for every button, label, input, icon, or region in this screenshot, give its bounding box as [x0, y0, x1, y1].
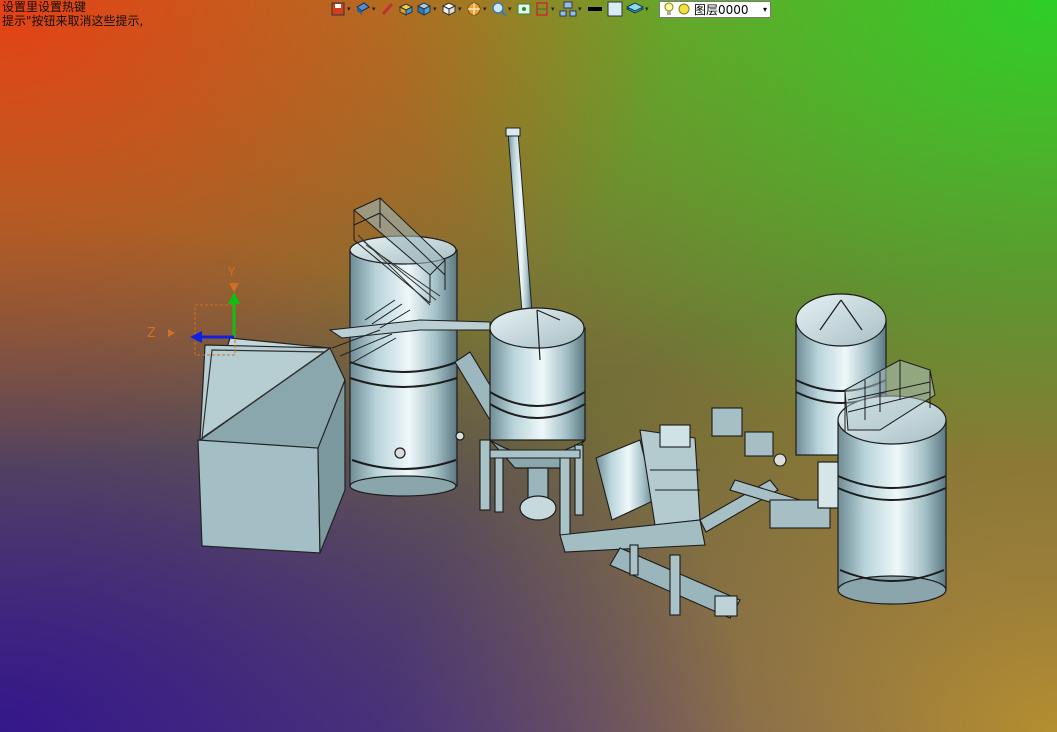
- layer-value: 图层0000: [694, 2, 749, 17]
- network-icon: [559, 1, 577, 17]
- white-cube-icon: [441, 2, 457, 16]
- z-axis-label: Z: [147, 326, 156, 341]
- lightbulb-icon: [664, 2, 674, 15]
- render-mode-icon: [356, 2, 370, 15]
- save-view-icon: [331, 2, 345, 16]
- chevron-down-icon[interactable]: ▾: [763, 5, 767, 14]
- fit-view-icon: [517, 3, 531, 15]
- section-icon: [536, 2, 548, 16]
- layer-stack-button[interactable]: ▾: [626, 0, 651, 18]
- layer-select[interactable]: 图层0000 ▾: [659, 0, 771, 18]
- sun-icon: [467, 2, 481, 16]
- axis-triad: Y Z: [147, 265, 240, 356]
- box-view-button[interactable]: [398, 0, 414, 18]
- fit-view-button[interactable]: [516, 0, 532, 18]
- pen-icon: [381, 2, 394, 16]
- zoom-icon: [492, 2, 507, 17]
- section-button[interactable]: ▾: [534, 0, 557, 18]
- line-color-icon: [588, 7, 602, 11]
- y-axis-label: Y: [227, 265, 236, 279]
- box-view-icon: [398, 3, 414, 16]
- left-tank: [349, 235, 465, 497]
- iso-cube-icon: [416, 2, 432, 16]
- center-tank: [489, 307, 586, 521]
- view-toolbar: ▾ ▾ ▾ ▾ ▾ ▾ ▾ ▾ ▾ 图层0000 ▾: [330, 0, 771, 18]
- pen-button[interactable]: [380, 0, 396, 18]
- hint-line-2: 提示"按钮来取消这些提示,: [2, 14, 144, 28]
- iso-cube-button[interactable]: ▾: [416, 0, 439, 18]
- render-mode-button[interactable]: ▾: [355, 0, 378, 18]
- sun-button[interactable]: ▾: [466, 0, 489, 18]
- fill-color-button[interactable]: [606, 0, 624, 18]
- network-button[interactable]: ▾: [559, 0, 584, 18]
- save-view-button[interactable]: ▾: [330, 0, 353, 18]
- line-color-button[interactable]: [586, 0, 604, 18]
- exhaust-stack: [505, 127, 533, 313]
- hint-line-1: 设置里设置热键: [2, 0, 87, 14]
- layer-stack-icon: [626, 2, 644, 14]
- 3d-viewport[interactable]: Y Z: [0, 0, 1057, 732]
- layer-status-icon: [678, 3, 690, 15]
- box-housing: [197, 337, 346, 554]
- zoom-button[interactable]: ▾: [491, 0, 514, 18]
- white-cube-button[interactable]: ▾: [441, 0, 464, 18]
- fill-color-icon: [607, 1, 623, 17]
- hotkey-hint: 设置里设置热键 提示"按钮来取消这些提示,: [2, 0, 143, 28]
